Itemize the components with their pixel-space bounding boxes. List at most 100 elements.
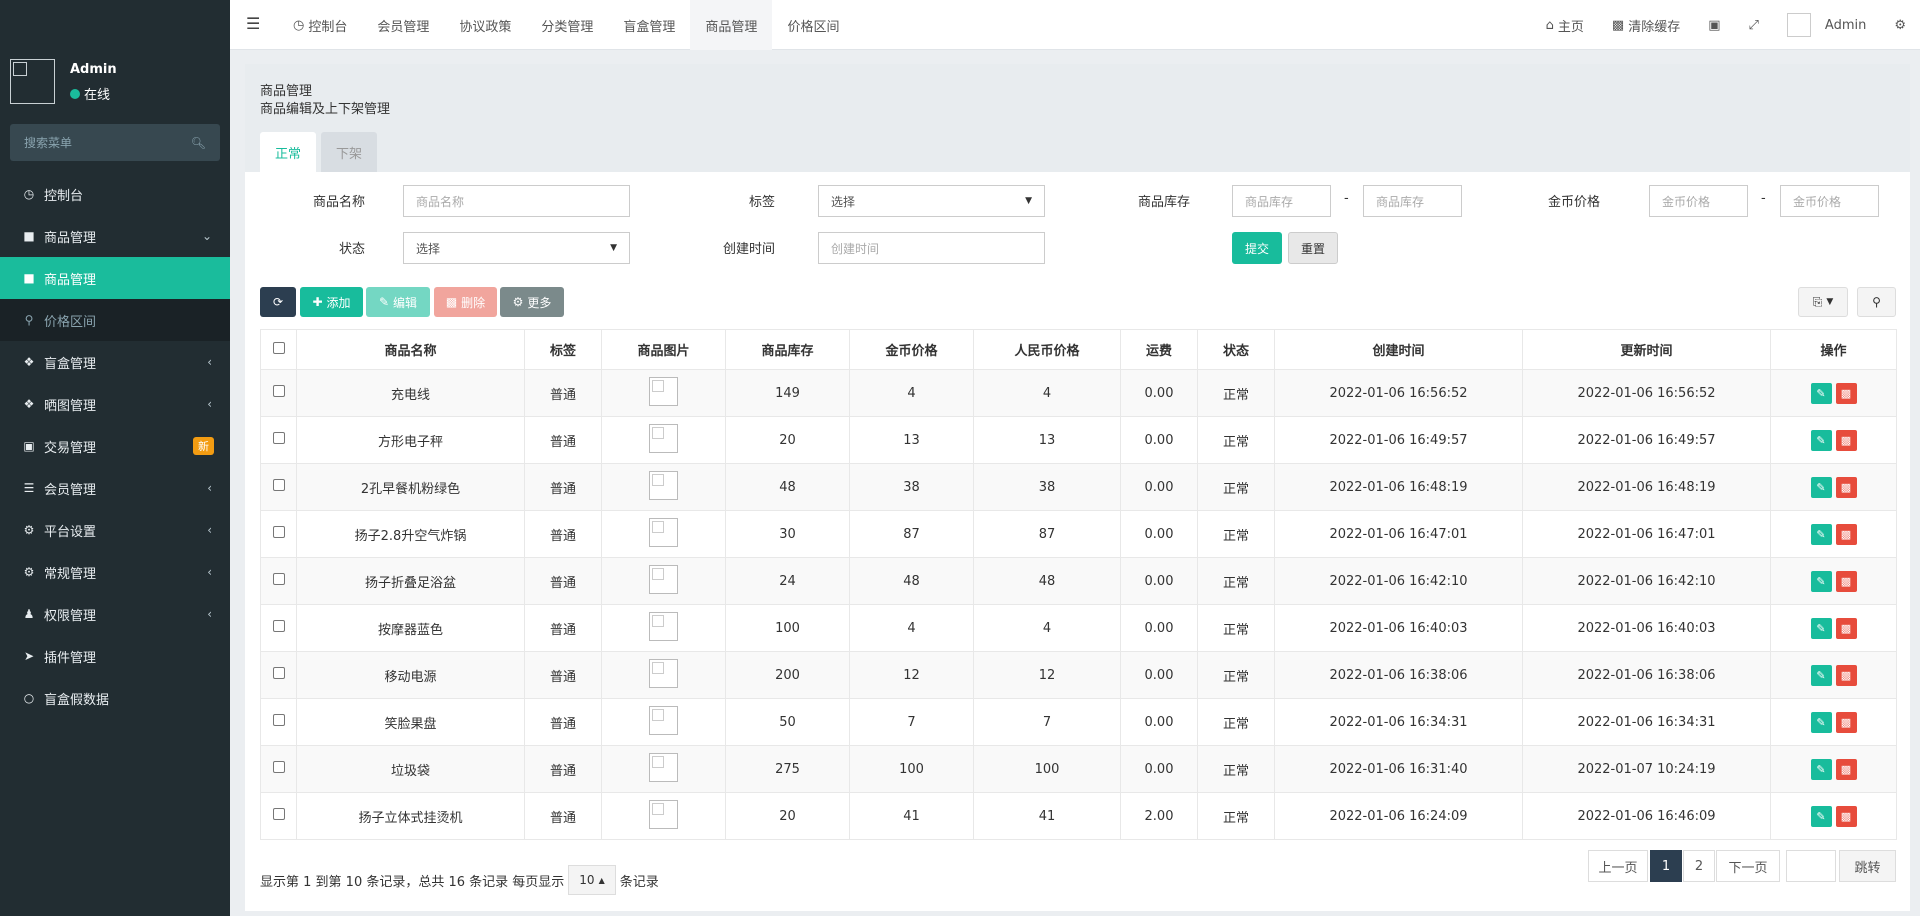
row-edit-button[interactable]: ✎ xyxy=(1810,758,1832,780)
tab-offshelf[interactable]: 下架 xyxy=(321,132,378,172)
row-delete-button[interactable]: ▩ xyxy=(1835,429,1857,451)
submit-button[interactable]: 提交 xyxy=(1232,232,1282,264)
product-image[interactable] xyxy=(649,564,678,594)
table-row[interactable]: 笑脸果盘 普通 50 7 7 0.00 正常 2022-01-06 16:34:31 2022-… xyxy=(260,698,1897,746)
more-button[interactable]: ⚙ 更多 xyxy=(500,287,564,317)
jump-button[interactable]: 跳转 xyxy=(1839,850,1896,882)
row-checkbox[interactable] xyxy=(272,479,285,491)
table-row[interactable]: 方形电子秤 普通 20 13 13 0.00 正常 2022-01-06 16:49:57 20… xyxy=(260,416,1897,464)
product-image[interactable] xyxy=(649,517,678,547)
table-row[interactable]: 扬子立体式挂烫机 普通 20 41 41 2.00 正常 2022-01-06 16:24:0… xyxy=(260,792,1897,840)
row-delete-button[interactable]: ▩ xyxy=(1835,805,1857,827)
row-checkbox[interactable] xyxy=(272,667,285,679)
language-button[interactable]: ▣ xyxy=(1694,18,1734,33)
table-row[interactable]: 移动电源 普通 200 12 12 0.00 正常 2022-01-06 16:38:06 20… xyxy=(260,651,1897,699)
column-header[interactable]: 人民币价格 xyxy=(973,329,1121,370)
row-edit-button[interactable]: ✎ xyxy=(1810,664,1832,686)
sidebar-item-price-range[interactable]: ⚲ 价格区间 xyxy=(0,299,230,341)
sidebar-item-goods-group[interactable]: ■ 商品管理 ⌄ xyxy=(0,215,230,257)
row-delete-button[interactable]: ▩ xyxy=(1835,382,1857,404)
tab-normal[interactable]: 正常 xyxy=(260,132,317,172)
home-link[interactable]: ⌂ 主页 xyxy=(1532,16,1598,35)
nav-tab-goods[interactable]: 商品管理 xyxy=(690,0,773,50)
sidebar-item-plugins[interactable]: ➤ 插件管理 xyxy=(0,635,230,677)
jump-page-input[interactable] xyxy=(1786,850,1836,882)
row-delete-button[interactable]: ▩ xyxy=(1835,476,1857,498)
row-checkbox[interactable] xyxy=(272,620,285,632)
nav-tab-members[interactable]: 会员管理 xyxy=(362,0,444,50)
row-edit-button[interactable]: ✎ xyxy=(1810,429,1832,451)
row-edit-button[interactable]: ✎ xyxy=(1810,382,1832,404)
prev-page-button[interactable]: 上一页 xyxy=(1588,850,1648,882)
product-image[interactable] xyxy=(649,423,678,453)
table-row[interactable]: 按摩器蓝色 普通 100 4 4 0.00 正常 2022-01-06 16:40:03 202… xyxy=(260,604,1897,652)
product-image[interactable] xyxy=(649,658,678,688)
sidebar-item-members[interactable]: ☰ 会员管理 ‹ xyxy=(0,467,230,509)
row-delete-button[interactable]: ▩ xyxy=(1835,664,1857,686)
product-image[interactable] xyxy=(649,376,678,406)
filter-tag-select[interactable]: 选择 ▼ xyxy=(818,185,1045,217)
filter-stock-min-input[interactable]: 商品库存 xyxy=(1232,185,1331,217)
column-header[interactable]: 商品图片 xyxy=(601,329,726,370)
row-checkbox[interactable] xyxy=(272,808,285,820)
row-checkbox[interactable] xyxy=(272,385,285,397)
column-header[interactable]: 创建时间 xyxy=(1274,329,1523,370)
page-size-select[interactable]: 10 ▲ xyxy=(568,865,616,895)
row-delete-button[interactable]: ▩ xyxy=(1835,617,1857,639)
page-2-button[interactable]: 2 xyxy=(1683,850,1715,882)
product-image[interactable] xyxy=(649,752,678,782)
column-header[interactable]: 状态 xyxy=(1197,329,1275,370)
column-header[interactable]: 商品名称 xyxy=(296,329,525,370)
select-all-checkbox[interactable] xyxy=(272,341,285,354)
column-header[interactable]: 商品库存 xyxy=(725,329,850,370)
table-search-button[interactable]: ⚲ xyxy=(1857,287,1896,317)
sidebar-item-goods[interactable]: ■ 商品管理 xyxy=(0,257,230,299)
sidebar-item-platform[interactable]: ⚙ 平台设置 ‹ xyxy=(0,509,230,551)
sidebar-item-dashboard[interactable]: ◷ 控制台 xyxy=(0,173,230,215)
nav-tab-policy[interactable]: 协议政策 xyxy=(444,0,526,50)
filter-status-select[interactable]: 选择 ▼ xyxy=(403,232,630,264)
sidebar-item-trade[interactable]: ▣ 交易管理 新 xyxy=(0,425,230,467)
table-row[interactable]: 扬子折叠足浴盆 普通 24 48 48 0.00 正常 2022-01-06 16:42:10… xyxy=(260,557,1897,605)
delete-button[interactable]: ▩ 删除 xyxy=(434,287,497,317)
edit-button[interactable]: ✎ 编辑 xyxy=(366,287,430,317)
filter-stock-max-input[interactable]: 商品库存 xyxy=(1363,185,1462,217)
nav-tab-category[interactable]: 分类管理 xyxy=(526,0,608,50)
admin-menu[interactable]: Admin xyxy=(1773,13,1880,37)
sidebar-item-blindbox[interactable]: ❖ 盲盒管理 ‹ xyxy=(0,341,230,383)
filter-price-max-input[interactable]: 金币价格 xyxy=(1780,185,1879,217)
nav-tab-dashboard[interactable]: ◷ 控制台 xyxy=(278,0,362,50)
row-checkbox[interactable] xyxy=(272,761,285,773)
product-image[interactable] xyxy=(649,799,678,829)
reset-button[interactable]: 重置 xyxy=(1288,232,1338,264)
fullscreen-button[interactable]: ⤢ xyxy=(1735,18,1773,33)
row-edit-button[interactable]: ✎ xyxy=(1810,711,1832,733)
row-edit-button[interactable]: ✎ xyxy=(1810,523,1832,545)
nav-tab-blindbox[interactable]: 盲盒管理 xyxy=(608,0,690,50)
product-image[interactable] xyxy=(649,470,678,500)
row-delete-button[interactable]: ▩ xyxy=(1835,758,1857,780)
sidebar-item-auth[interactable]: ♟ 权限管理 ‹ xyxy=(0,593,230,635)
row-edit-button[interactable]: ✎ xyxy=(1810,805,1832,827)
settings-button[interactable]: ⚙ xyxy=(1880,18,1920,33)
row-edit-button[interactable]: ✎ xyxy=(1810,617,1832,639)
filter-name-input[interactable]: 商品名称 xyxy=(403,185,630,217)
menu-toggle-icon[interactable]: ☰ xyxy=(246,14,260,33)
row-checkbox[interactable] xyxy=(272,432,285,444)
table-row[interactable]: 垃圾袋 普通 275 100 100 0.00 正常 2022-01-06 16:31:40 2… xyxy=(260,745,1897,793)
page-1-button[interactable]: 1 xyxy=(1650,850,1682,882)
avatar[interactable] xyxy=(10,59,55,104)
refresh-button[interactable]: ⟳ xyxy=(260,287,296,317)
sidebar-item-photos[interactable]: ❖ 晒图管理 ‹ xyxy=(0,383,230,425)
sidebar-item-fake-data[interactable]: ○ 盲盒假数据 xyxy=(0,677,230,719)
filter-price-min-input[interactable]: 金币价格 xyxy=(1649,185,1748,217)
row-delete-button[interactable]: ▩ xyxy=(1835,711,1857,733)
row-edit-button[interactable]: ✎ xyxy=(1810,570,1832,592)
table-row[interactable]: 充电线 普通 149 4 4 0.00 正常 2022-01-06 16:56:52 2022-… xyxy=(260,369,1897,417)
filter-created-input[interactable]: 创建时间 xyxy=(818,232,1045,264)
row-delete-button[interactable]: ▩ xyxy=(1835,570,1857,592)
nav-tab-price-range[interactable]: 价格区间 xyxy=(772,0,854,50)
column-header[interactable]: 更新时间 xyxy=(1522,329,1771,370)
row-delete-button[interactable]: ▩ xyxy=(1835,523,1857,545)
search-icon[interactable]: 🔍︎ xyxy=(191,136,206,150)
